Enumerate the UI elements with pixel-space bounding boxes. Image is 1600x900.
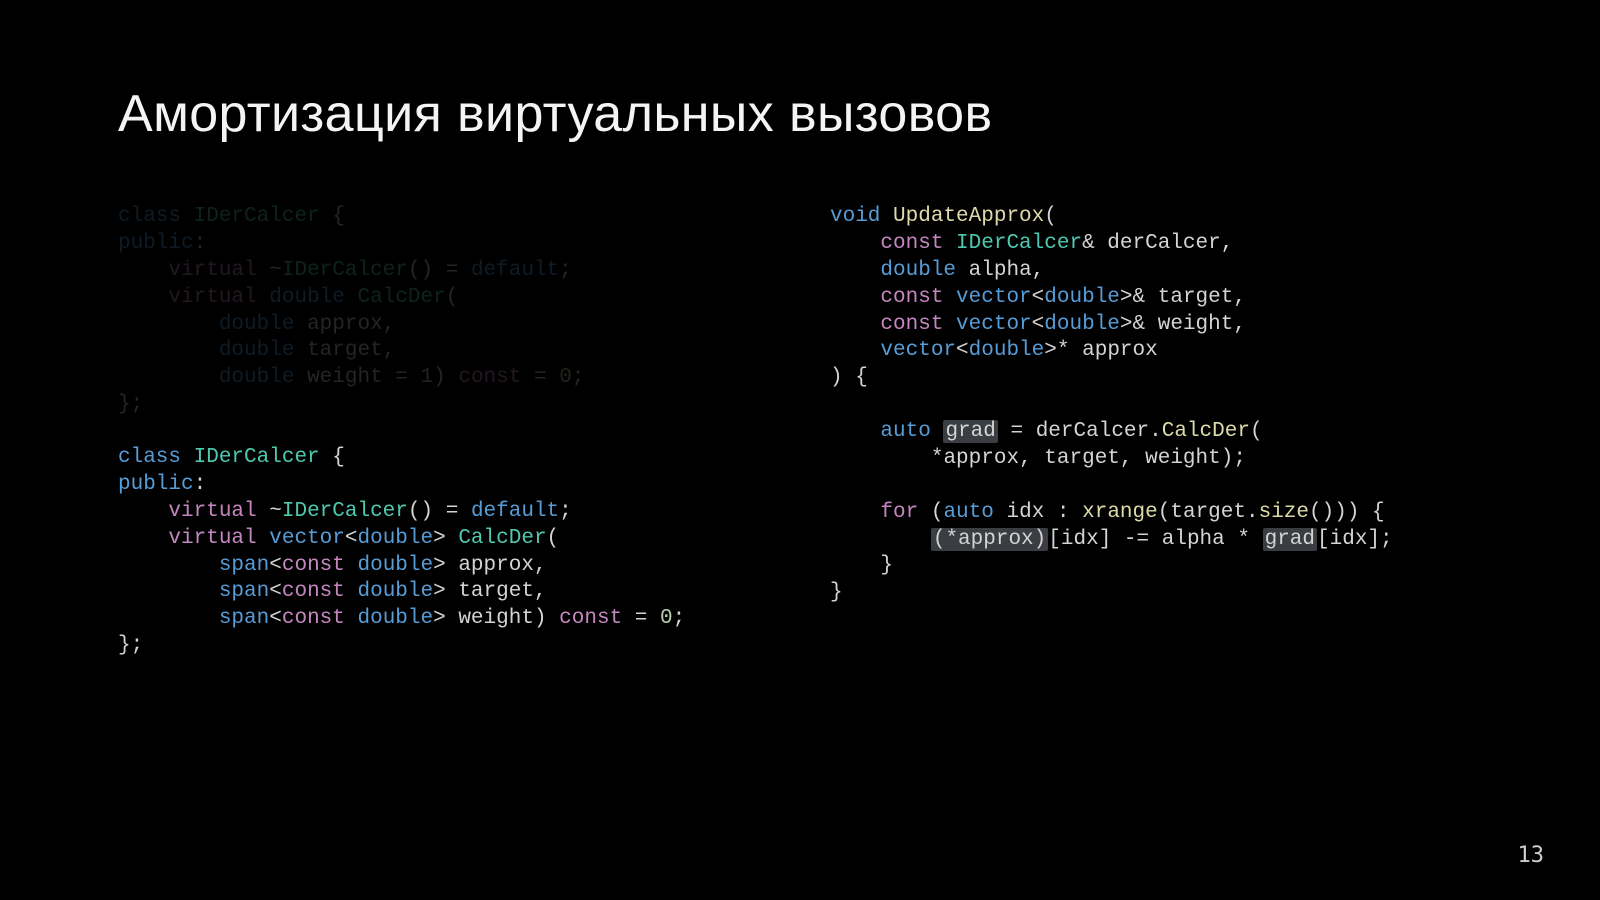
two-column-layout: class IDerCalcer { public: virtual ~IDer… (118, 204, 1482, 660)
code-block-update-approx: void UpdateApprox( const IDerCalcer& der… (830, 204, 1482, 607)
code-block-old-dimmed: class IDerCalcer { public: virtual ~IDer… (118, 204, 770, 419)
page-number: 13 (1518, 843, 1545, 868)
left-column: class IDerCalcer { public: virtual ~IDer… (118, 204, 770, 660)
slide-title: Амортизация виртуальных вызовов (118, 84, 1482, 144)
spacer (118, 419, 770, 445)
code-block-new: class IDerCalcer { public: virtual ~IDer… (118, 445, 770, 660)
right-column: void UpdateApprox( const IDerCalcer& der… (830, 204, 1482, 660)
slide: Амортизация виртуальных вызовов class ID… (0, 0, 1600, 900)
